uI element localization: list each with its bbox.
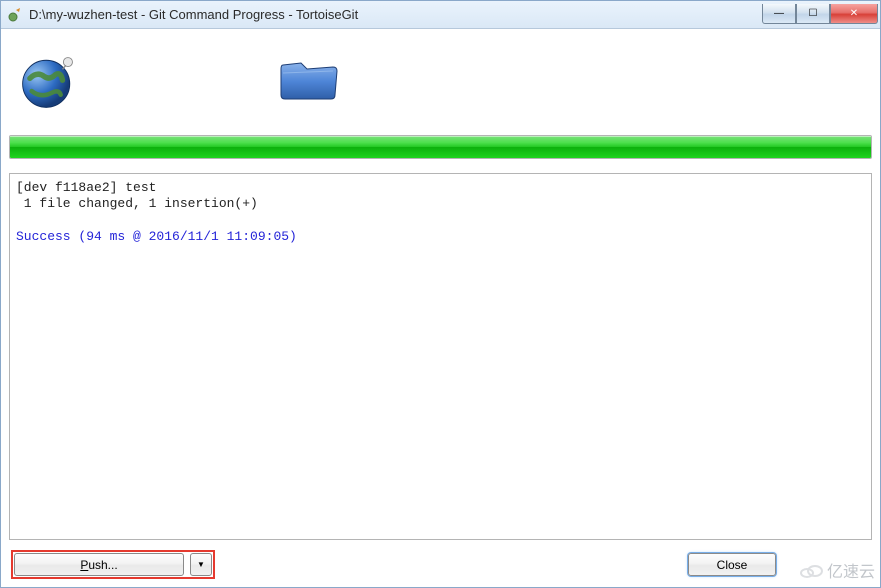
window-controls: — ☐ ✕ — [762, 4, 878, 24]
minimize-button[interactable]: — — [762, 4, 796, 24]
button-row: Push... ▼ Close — [9, 540, 872, 581]
progress-bar — [9, 135, 872, 159]
log-line-success: Success (94 ms @ 2016/11/1 11:09:05) — [16, 229, 297, 244]
log-line-changes: 1 file changed, 1 insertion(+) — [16, 196, 258, 211]
content-area: [dev f118ae2] test 1 file changed, 1 ins… — [1, 29, 880, 587]
window-close-button[interactable]: ✕ — [830, 4, 878, 24]
log-output[interactable]: [dev f118ae2] test 1 file changed, 1 ins… — [9, 173, 872, 540]
watermark: 亿速云 — [799, 558, 875, 582]
maximize-button[interactable]: ☐ — [796, 4, 830, 24]
folder-icon — [277, 53, 341, 135]
titlebar: D:\my-wuzhen-test - Git Command Progress… — [1, 1, 880, 29]
app-icon — [7, 7, 23, 23]
transfer-icons-row — [9, 35, 872, 135]
close-button[interactable]: Close — [688, 553, 776, 576]
log-line-commit: [dev f118ae2] test — [16, 180, 156, 195]
push-dropdown-button[interactable]: ▼ — [190, 553, 212, 576]
progress-fill — [10, 136, 871, 158]
watermark-text: 亿速云 — [827, 558, 875, 582]
window-title: D:\my-wuzhen-test - Git Command Progress… — [29, 7, 762, 22]
push-button-group-highlight: Push... ▼ — [11, 550, 215, 579]
push-button[interactable]: Push... — [14, 553, 184, 576]
chevron-down-icon: ▼ — [197, 560, 205, 569]
globe-icon — [19, 53, 77, 135]
